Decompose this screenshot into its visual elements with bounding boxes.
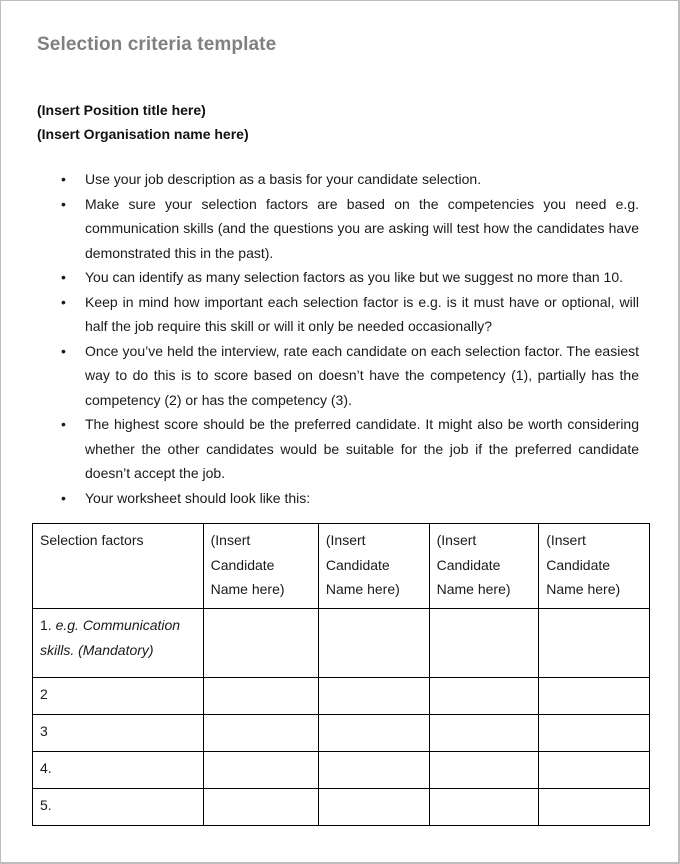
- list-item-text: Make sure your selection factors are bas…: [85, 195, 639, 261]
- score-cell: [428, 677, 540, 715]
- table-row: 4.: [32, 751, 650, 789]
- list-item-text: Once you’ve held the interview, rate eac…: [85, 342, 639, 408]
- table-header-row: Selection factors (Insert Candidate Name…: [32, 523, 650, 609]
- list-item: • Once you’ve held the interview, rate ea…: [37, 339, 639, 413]
- row-example: e.g. Communication skills. (Mandatory): [40, 617, 181, 658]
- score-cell: [538, 677, 650, 715]
- table-row: 2: [32, 677, 650, 715]
- header-candidate-3: (Insert Candidate Name here): [428, 523, 540, 609]
- score-cell: [428, 788, 540, 826]
- header-candidate-1: (Insert Candidate Name here): [202, 523, 319, 609]
- list-item-text: Use your job description as a basis for …: [85, 171, 482, 187]
- list-item: • The highest score should be the preferr…: [37, 412, 639, 486]
- score-cell: [538, 788, 650, 826]
- score-cell: [317, 788, 430, 826]
- selection-factor-cell: 5.: [32, 788, 204, 826]
- list-item-text: Your worksheet should look like this:: [85, 489, 311, 506]
- score-cell: [317, 751, 430, 789]
- bullet-icon: •: [61, 171, 66, 187]
- score-cell: [317, 714, 430, 752]
- score-cell: [317, 677, 430, 715]
- score-cell: [202, 751, 319, 789]
- score-cell: [202, 714, 319, 752]
- score-cell: [538, 714, 650, 752]
- position-title-placeholder: (Insert Position title here): [37, 102, 206, 118]
- list-item: • Use your job description as a basis for…: [37, 167, 639, 192]
- list-item-text: Keep in mind how important each selectio…: [85, 293, 639, 335]
- instructions-list: • Use your job description as a basis for…: [37, 167, 639, 510]
- bullet-icon: •: [61, 293, 66, 310]
- score-cell: [202, 788, 319, 826]
- score-cell: [538, 751, 650, 789]
- bullet-icon: •: [61, 416, 66, 432]
- list-item-text: You can identify as many selection facto…: [85, 269, 624, 285]
- selection-factor-cell: 4.: [32, 751, 204, 789]
- score-cell: [202, 677, 319, 715]
- worksheet-table: Selection factors (Insert Candidate Name…: [32, 523, 650, 826]
- selection-factor-cell: 2: [32, 677, 204, 715]
- table-row: 1. e.g. Communication skills. (Mandatory…: [32, 608, 650, 678]
- page-title: Selection criteria template: [37, 34, 277, 55]
- list-item: • Make sure your selection factors are ba…: [37, 192, 639, 266]
- table-row: 5.: [32, 788, 650, 826]
- list-item-text: The highest score should be the preferre…: [85, 416, 639, 481]
- row-number: 1.: [40, 617, 52, 633]
- score-cell: [202, 608, 319, 678]
- organisation-name-placeholder: (Insert Organisation name here): [37, 126, 249, 142]
- document-page: Selection criteria template (Insert Posi…: [0, 0, 680, 864]
- list-item: • You can identify as many selection fact…: [37, 265, 639, 290]
- score-cell: [428, 751, 540, 789]
- score-cell: [538, 608, 650, 678]
- bullet-icon: •: [61, 342, 66, 359]
- bullet-icon: •: [61, 269, 66, 285]
- list-item: • Your worksheet should look like this:: [37, 486, 639, 511]
- header-candidate-4: (Insert Candidate Name here): [538, 523, 650, 609]
- list-item: • Keep in mind how important each selecti…: [37, 290, 639, 339]
- table-row: 3: [32, 714, 650, 752]
- bullet-icon: •: [61, 489, 66, 506]
- selection-factor-cell: 1. e.g. Communication skills. (Mandatory…: [32, 608, 204, 678]
- header-candidate-2: (Insert Candidate Name here): [317, 523, 430, 609]
- score-cell: [317, 608, 430, 678]
- score-cell: [428, 608, 540, 678]
- header-selection-factors: Selection factors: [32, 523, 204, 609]
- selection-factor-cell: 3: [32, 714, 204, 752]
- bullet-icon: •: [61, 195, 66, 212]
- score-cell: [428, 714, 540, 752]
